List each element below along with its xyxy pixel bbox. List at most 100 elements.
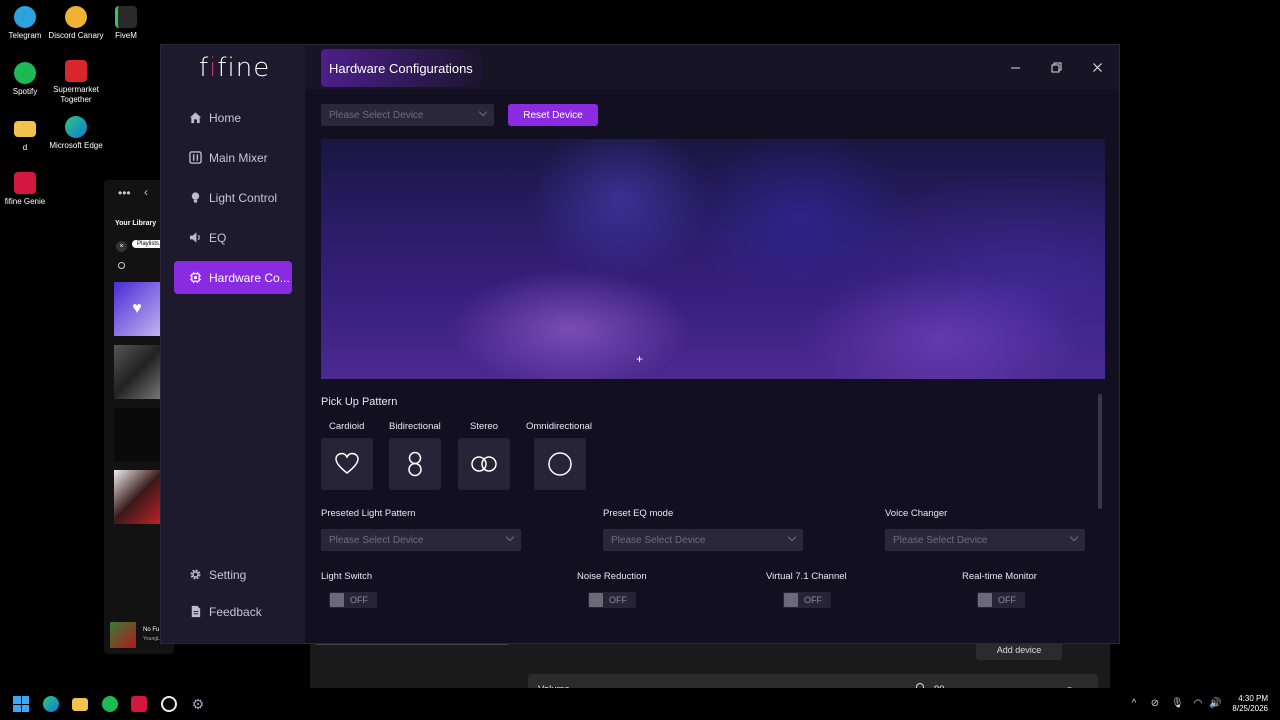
device-preview-image: + [321, 139, 1105, 379]
noise-reduction-label: Noise Reduction [577, 571, 647, 582]
chevron-up-icon[interactable]: ^ [1128, 698, 1140, 710]
nav-label: Setting [209, 567, 247, 582]
chip-icon [188, 271, 202, 285]
stereo-icon [471, 456, 497, 472]
desktop-icon-label: Telegram [8, 31, 42, 40]
content-scrollbar[interactable] [1098, 394, 1102, 509]
nav-label: Home [209, 110, 242, 125]
nav-label: EQ [209, 230, 227, 245]
fifine-logo: fifine [199, 53, 271, 83]
fifine-genie-icon [14, 172, 36, 194]
microphone-icon[interactable]: 🎙 [1171, 698, 1184, 710]
folder-icon [14, 121, 36, 137]
nav-item-eq[interactable]: EQ [174, 221, 292, 254]
obs-icon[interactable] [161, 696, 177, 712]
telegram-icon [14, 6, 36, 28]
volume-icon[interactable]: 🔊 [1209, 698, 1221, 710]
spotify-icon [14, 62, 36, 84]
chevron-down-icon [478, 107, 488, 117]
settings-gear-icon[interactable]: ⚙ [190, 696, 206, 712]
crosshair-cursor-icon: + [636, 352, 644, 366]
nav-label: Feedback [209, 604, 262, 619]
device-select[interactable]: Please Select Device [321, 104, 494, 126]
close-button[interactable] [1085, 55, 1109, 79]
nav-item-light-control[interactable]: Light Control [174, 181, 292, 214]
light-pattern-placeholder: Please Select Device [329, 534, 424, 546]
spotify-icon[interactable] [102, 696, 118, 712]
toggle-state: OFF [350, 595, 368, 605]
toggle-state: OFF [804, 595, 822, 605]
realtime-monitor-toggle[interactable]: OFF [977, 592, 1025, 608]
desktop-icon-label: FiveM [115, 31, 137, 40]
main-content: Please Select Device Reset Device + Pick… [305, 89, 1119, 643]
eq-mode-select[interactable]: Please Select Device [603, 529, 803, 551]
pattern-label-bidirectional: Bidirectional [389, 421, 441, 432]
supermarket-icon [65, 60, 87, 82]
voice-changer-placeholder: Please Select Device [893, 534, 988, 546]
chevron-down-icon [505, 532, 515, 542]
pattern-omnidirectional-button[interactable] [534, 438, 586, 490]
edge-icon[interactable] [43, 696, 59, 712]
now-playing-title[interactable]: No Fu [143, 627, 159, 633]
light-switch-label: Light Switch [321, 571, 373, 582]
nav-label: Main Mixer [209, 150, 268, 165]
eq-mode-label: Preset EQ mode [603, 508, 674, 519]
light-switch-toggle[interactable]: OFF [329, 592, 377, 608]
desktop-icon-label: Spotify [12, 87, 38, 96]
fifine-genie-icon[interactable] [131, 696, 147, 712]
library-title: Your Library [115, 220, 157, 227]
virtual-channel-toggle[interactable]: OFF [783, 592, 831, 608]
chevron-down-icon [787, 532, 797, 542]
restore-button[interactable] [1044, 55, 1068, 79]
heart-icon [335, 452, 359, 474]
search-icon[interactable] [118, 262, 125, 269]
figure-eight-icon [408, 451, 422, 477]
desktop-icon-supermarket[interactable]: Supermarket Together [41, 60, 111, 105]
network-off-icon[interactable]: ⊘ [1149, 698, 1161, 710]
clock-date: 8/25/2026 [1232, 704, 1268, 713]
playlist-tile[interactable] [114, 345, 160, 399]
nav-label: Light Control [209, 190, 278, 205]
document-icon [188, 605, 202, 619]
pattern-label-stereo: Stereo [470, 421, 498, 432]
nav-item-main-mixer[interactable]: Main Mixer [174, 141, 292, 174]
file-explorer-icon[interactable] [72, 698, 88, 711]
toggle-knob [589, 593, 603, 607]
voice-changer-select[interactable]: Please Select Device [885, 529, 1085, 551]
nav-item-home[interactable]: Home [174, 101, 292, 134]
collapse-icon[interactable]: ‹ [144, 185, 148, 199]
now-playing-artist[interactable]: YoungL [143, 636, 160, 642]
liked-songs-tile[interactable]: ♥ [114, 282, 160, 336]
desktop-icon-fivem[interactable]: FiveM [91, 6, 161, 41]
playlist-tile[interactable] [114, 470, 160, 524]
device-select-placeholder: Please Select Device [329, 109, 424, 121]
clock-time: 4:30 PM [1238, 694, 1268, 703]
fifine-app-window: fifine Home Main Mixer Light Control EQ [160, 44, 1120, 644]
clear-filter-icon[interactable]: × [116, 241, 127, 252]
voice-changer-label: Voice Changer [885, 508, 948, 519]
pattern-stereo-button[interactable] [458, 438, 510, 490]
nav-item-feedback[interactable]: Feedback [174, 595, 292, 628]
nav-label: Hardware Co... [209, 270, 290, 285]
desktop-icon-edge[interactable]: Microsoft Edge [41, 116, 111, 151]
discord-icon [65, 6, 87, 28]
toggle-knob [978, 593, 992, 607]
minimize-button[interactable] [1003, 55, 1027, 79]
pattern-bidirectional-button[interactable] [389, 438, 441, 490]
noise-reduction-toggle[interactable]: OFF [588, 592, 636, 608]
nav-item-hardware-configurations[interactable]: Hardware Co... [174, 261, 292, 294]
windows-start-icon[interactable] [13, 696, 29, 712]
circle-icon [548, 452, 572, 476]
more-options-icon[interactable]: ••• [118, 186, 131, 200]
wifi-icon[interactable]: ◠ [1192, 698, 1204, 710]
reset-device-button[interactable]: Reset Device [508, 104, 598, 126]
desktop-icon-label: Supermarket Together [53, 85, 99, 104]
light-pattern-select[interactable]: Please Select Device [321, 529, 521, 551]
now-playing-art[interactable] [110, 622, 136, 648]
playlist-tile[interactable] [114, 408, 160, 462]
clock[interactable]: 4:30 PM 8/25/2026 [1224, 694, 1268, 714]
pattern-cardioid-button[interactable] [321, 438, 373, 490]
desktop-icon-fifine-genie[interactable]: fifine Genie [0, 172, 60, 207]
eq-mode-placeholder: Please Select Device [611, 534, 706, 546]
nav-item-setting[interactable]: Setting [174, 558, 292, 591]
